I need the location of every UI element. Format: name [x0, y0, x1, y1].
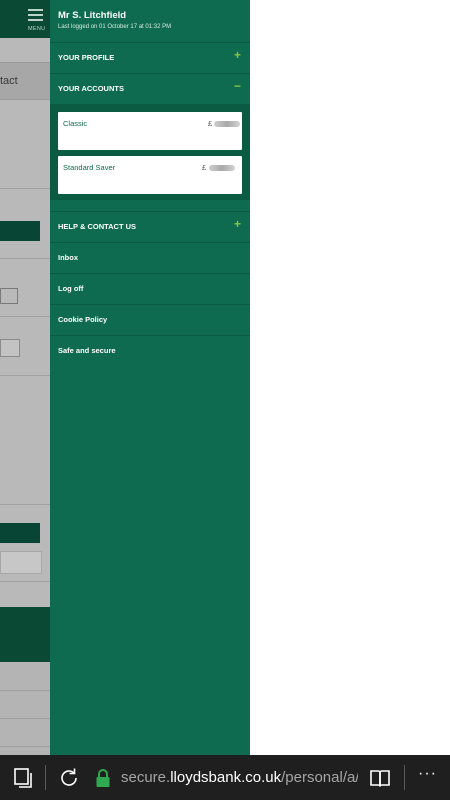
your-accounts-label: YOUR ACCOUNTS [58, 84, 124, 93]
menu-button[interactable]: MENU [28, 9, 46, 32]
help-contact-row[interactable]: HELP & CONTACT US + [50, 212, 250, 242]
hamburger-icon-line [28, 14, 43, 16]
divider [0, 746, 50, 747]
your-profile-row[interactable]: YOUR PROFILE + [50, 43, 250, 73]
divider [0, 375, 50, 376]
account-balance-redacted [209, 165, 235, 171]
lock-icon [96, 769, 110, 787]
account-balance-redacted [214, 121, 240, 127]
refresh-icon[interactable] [57, 766, 81, 790]
reading-view-icon[interactable] [368, 766, 392, 790]
account-name: Classic [63, 119, 88, 128]
background-button [0, 221, 40, 241]
account-card-classic[interactable]: Classic £ [58, 112, 242, 150]
divider [0, 188, 50, 189]
help-contact-label: HELP & CONTACT US [58, 222, 137, 231]
menu-item-label: Inbox [58, 253, 78, 262]
divider [0, 690, 50, 691]
url-prefix: secure. [121, 769, 171, 786]
menu-item-label: Log off [58, 284, 84, 293]
account-currency: £ [208, 119, 213, 128]
menu-item-label: Safe and secure [58, 346, 116, 355]
divider [0, 718, 50, 719]
background-contact-tab: tact [0, 62, 50, 100]
browser-bar: secure.lloydsbank.co.uk/personal/a/mo ··… [0, 755, 450, 800]
menu-item-log-off[interactable]: Log off [50, 274, 250, 304]
collapse-minus-icon: − [233, 79, 241, 93]
background-select [0, 288, 18, 304]
divider [0, 581, 50, 582]
divider [0, 504, 50, 505]
account-name: Standard Saver [63, 163, 116, 172]
user-name: Mr S. Litchfield [58, 10, 127, 21]
expand-plus-icon: + [233, 217, 241, 231]
divider [404, 765, 405, 790]
accounts-list: Classic £ Standard Saver £ [50, 104, 250, 200]
divider [0, 316, 50, 317]
more-icon[interactable]: ··· [418, 765, 437, 783]
menu-item-cookie-policy[interactable]: Cookie Policy [50, 305, 250, 335]
menu-header: Mr S. Litchfield Last logged on 01 Octob… [50, 0, 250, 42]
background-contact-text: tact [0, 75, 18, 87]
background-banner [0, 607, 50, 662]
background-button [0, 523, 40, 543]
divider [0, 258, 50, 259]
hamburger-icon [28, 9, 43, 11]
menu-button-label: MENU [28, 26, 46, 32]
hamburger-icon-line [28, 19, 43, 21]
menu-item-inbox[interactable]: Inbox [50, 243, 250, 273]
address-bar[interactable]: secure.lloydsbank.co.uk/personal/a/mo [121, 769, 358, 787]
side-menu: Mr S. Litchfield Last logged on 01 Octob… [50, 0, 250, 755]
your-profile-label: YOUR PROFILE [58, 53, 115, 62]
tabs-icon[interactable] [11, 766, 35, 790]
menu-item-label: Cookie Policy [58, 315, 108, 324]
account-card-standard-saver[interactable]: Standard Saver £ [58, 156, 242, 194]
divider [45, 765, 46, 790]
expand-plus-icon: + [233, 48, 241, 62]
account-currency: £ [202, 163, 207, 172]
your-accounts-row[interactable]: YOUR ACCOUNTS − [50, 74, 250, 104]
background-input [0, 339, 20, 357]
url-domain: lloydsbank.co.uk [170, 769, 282, 786]
background-page: tact MENU [0, 0, 50, 755]
last-logged-on: Last logged on 01 October 17 at 01:32 PM [58, 24, 172, 30]
url-path: /personal/a/mo [281, 769, 358, 786]
background-button-secondary [0, 551, 42, 574]
menu-item-safe-and-secure[interactable]: Safe and secure [50, 336, 250, 366]
background-lower [0, 662, 50, 755]
